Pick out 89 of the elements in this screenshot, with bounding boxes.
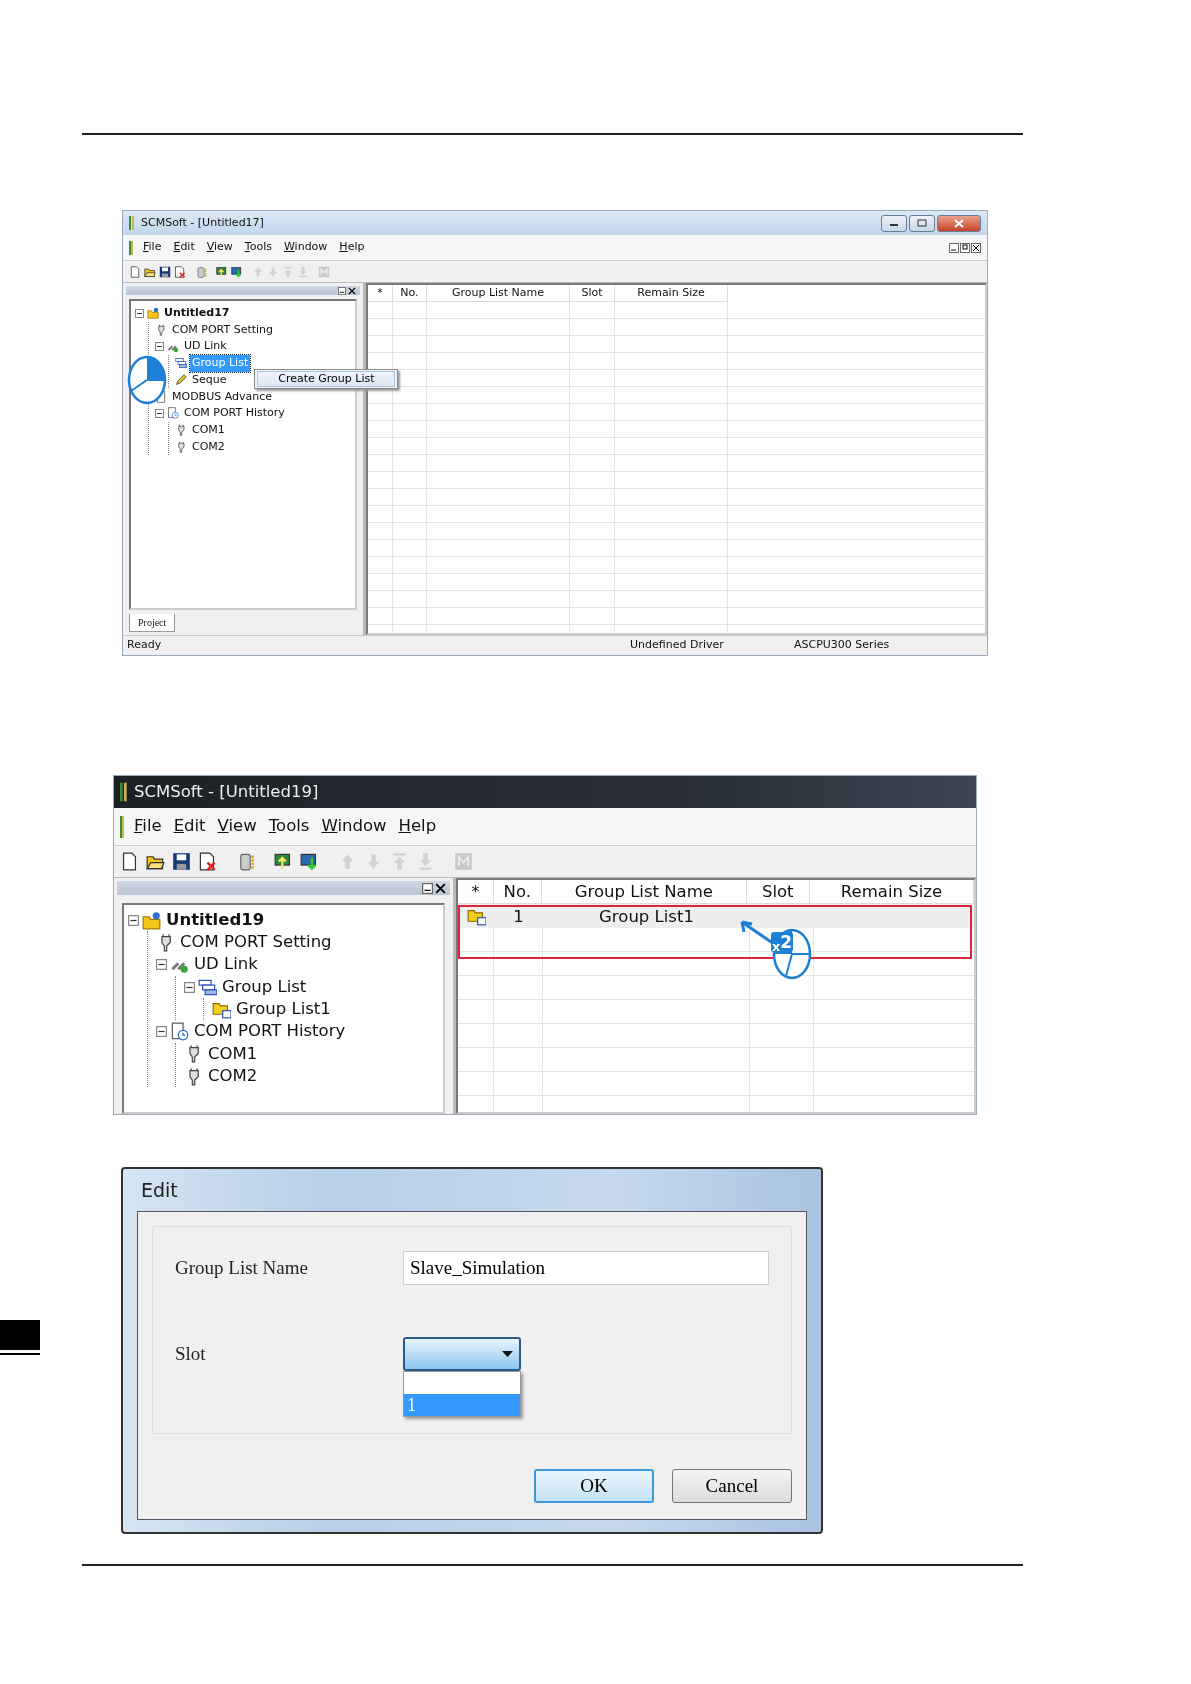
- panel-tab[interactable]: Project: [129, 614, 176, 632]
- tree-item[interactable]: UD Link: [182, 338, 229, 355]
- menu-item[interactable]: Help: [392, 814, 443, 839]
- tree-item[interactable]: Untitled19: [164, 907, 267, 933]
- close-icon: [954, 218, 964, 228]
- document-clock-icon: [167, 407, 179, 420]
- menu-item[interactable]: File: [137, 239, 168, 256]
- close-icon[interactable]: [348, 286, 356, 295]
- menu-item[interactable]: Help: [333, 239, 371, 256]
- menu-item[interactable]: Window: [277, 239, 334, 256]
- save-icon[interactable]: [172, 852, 191, 871]
- app-icon: [129, 216, 135, 230]
- input-field[interactable]: Slave_Simulation: [403, 1251, 769, 1285]
- tree-item[interactable]: COM2: [190, 438, 227, 456]
- dialog-button[interactable]: Cancel: [672, 1469, 792, 1503]
- collapse-icon[interactable]: [155, 408, 164, 418]
- collapse-icon[interactable]: [156, 959, 167, 971]
- upload-icon[interactable]: [216, 265, 228, 278]
- tree-item[interactable]: Seque: [190, 371, 229, 389]
- window-title: SCMSoft - [Untitled19]: [134, 780, 319, 803]
- pencil-icon: [175, 374, 187, 387]
- dropdown[interactable]: [403, 1337, 521, 1371]
- new-file-icon[interactable]: [120, 852, 139, 871]
- pin-icon[interactable]: [338, 286, 346, 295]
- save-icon[interactable]: [159, 265, 171, 278]
- download-icon[interactable]: [231, 265, 243, 278]
- delete-file-icon[interactable]: [174, 265, 186, 278]
- menu-item[interactable]: Edit: [167, 239, 201, 256]
- tree-item[interactable]: Untitled17: [162, 305, 232, 322]
- list-icon: [198, 977, 217, 997]
- field-label: Group List Name: [175, 1255, 309, 1280]
- maximize-icon: [917, 219, 927, 227]
- plug-icon: [175, 424, 187, 437]
- window-title: SCMSoft - [Untitled17]: [141, 214, 264, 231]
- field-label: Slot: [175, 1341, 207, 1366]
- table-cell-text: Group List1: [599, 905, 694, 928]
- upload-icon[interactable]: [274, 852, 293, 871]
- open-folder-icon[interactable]: [144, 265, 156, 278]
- menu-item[interactable]: Edit: [167, 814, 212, 839]
- maximize-button[interactable]: [909, 214, 935, 232]
- column-header[interactable]: Group List Name: [427, 285, 570, 302]
- dialog-title: Edit: [141, 1177, 178, 1203]
- tree-item[interactable]: COM PORT History: [192, 1019, 348, 1044]
- collapse-icon[interactable]: [155, 342, 164, 352]
- collapse-icon[interactable]: [128, 914, 139, 926]
- status-text: Ready: [127, 637, 163, 654]
- close-icon[interactable]: [435, 882, 446, 894]
- document-clock-icon: [170, 1022, 189, 1042]
- tree-item[interactable]: COM PORT Setting: [170, 321, 276, 339]
- tree-item[interactable]: COM1: [190, 421, 227, 439]
- folder-icon: [147, 307, 159, 320]
- folder-icon: [142, 910, 161, 930]
- column-header[interactable]: Slot: [570, 285, 615, 302]
- step-label: $_{x}$2: [771, 932, 794, 952]
- column-header[interactable]: *: [368, 285, 393, 302]
- close-icon[interactable]: [971, 242, 981, 253]
- plug-icon: [155, 324, 167, 337]
- download-icon[interactable]: [300, 852, 319, 871]
- column-header[interactable]: No.: [393, 285, 427, 302]
- tree-item[interactable]: MODBUS Advance: [170, 388, 275, 406]
- plug-icon: [175, 440, 187, 453]
- collapse-icon[interactable]: [184, 981, 195, 993]
- minimize-button[interactable]: [881, 214, 907, 232]
- restore-icon[interactable]: [960, 242, 970, 253]
- menu-item[interactable]: Tools: [262, 814, 316, 839]
- list-icon: [175, 357, 187, 370]
- menu-item[interactable]: View: [211, 814, 263, 839]
- menu-item[interactable]: Tools: [238, 239, 278, 256]
- app-icon: [120, 782, 128, 802]
- caret-icon: [502, 1351, 513, 1357]
- menu-item[interactable]: View: [200, 239, 239, 256]
- pin-icon[interactable]: [422, 882, 433, 894]
- tree-item[interactable]: COM PORT Setting: [178, 930, 334, 955]
- close-button[interactable]: [937, 214, 981, 232]
- table-row[interactable]: 1 Group List1: [458, 904, 974, 928]
- status-text: ASCPU300 Series: [794, 637, 890, 654]
- menu-item[interactable]: Create Group List: [257, 371, 396, 387]
- status-text: Undefined Driver: [630, 637, 725, 654]
- collapse-icon[interactable]: [135, 308, 144, 318]
- dialog-button[interactable]: OK: [534, 1469, 654, 1503]
- menu-item[interactable]: Window: [315, 814, 393, 839]
- minimize-icon[interactable]: [949, 242, 959, 253]
- table-cell-text: 1: [513, 905, 524, 928]
- tree-item[interactable]: COM PORT History: [182, 405, 287, 422]
- device-icon[interactable]: [195, 265, 207, 278]
- column-header[interactable]: Remain Size: [615, 285, 728, 302]
- menu-item[interactable]: File: [128, 814, 168, 839]
- delete-file-icon[interactable]: [198, 852, 217, 871]
- collapse-icon[interactable]: [156, 1026, 167, 1038]
